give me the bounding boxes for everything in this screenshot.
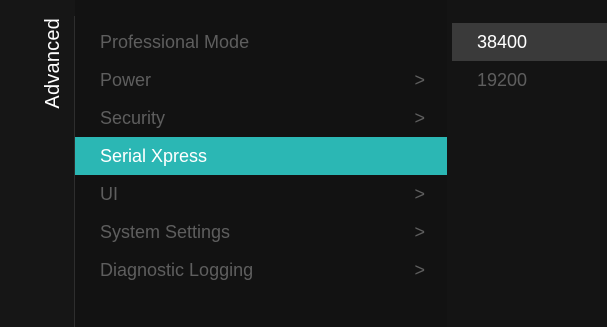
menu-item-label: UI [100, 184, 118, 204]
menu-item-label: System Settings [100, 222, 231, 242]
menu-item-label: Professional Mode [100, 32, 250, 52]
chevron-right-icon: > [414, 260, 425, 280]
chevron-right-icon: > [414, 70, 425, 90]
menu-item-professional-mode[interactable]: Professional Mode [75, 23, 447, 61]
menu-item-label: Security [100, 108, 166, 128]
menu-item-security[interactable]: Security > [75, 99, 447, 137]
menu-item-serial-xpress[interactable]: Serial Xpress [75, 137, 447, 175]
section-title: Advanced [42, 18, 64, 109]
submenu-option-38400[interactable]: 38400 [452, 23, 607, 61]
menu-item-ui[interactable]: UI > [75, 175, 447, 213]
menu-item-label: Serial Xpress [100, 146, 208, 166]
settings-screen: Advanced Professional Mode Power > Secur… [0, 0, 607, 327]
chevron-right-icon: > [414, 222, 425, 242]
chevron-right-icon: > [414, 184, 425, 204]
menu-item-label: Diagnostic Logging [100, 260, 254, 280]
settings-menu: Professional Mode Power > Security > Ser… [75, 23, 447, 289]
chevron-right-icon: > [414, 108, 425, 128]
menu-item-diagnostic-logging[interactable]: Diagnostic Logging > [75, 251, 447, 289]
menu-item-power[interactable]: Power > [75, 61, 447, 99]
side-rail: Advanced [0, 0, 75, 327]
menu-item-system-settings[interactable]: System Settings > [75, 213, 447, 251]
submenu-option-19200[interactable]: 19200 [452, 61, 607, 99]
menu-item-label: Power [100, 70, 152, 90]
baud-rate-submenu: 38400 19200 [452, 23, 607, 99]
